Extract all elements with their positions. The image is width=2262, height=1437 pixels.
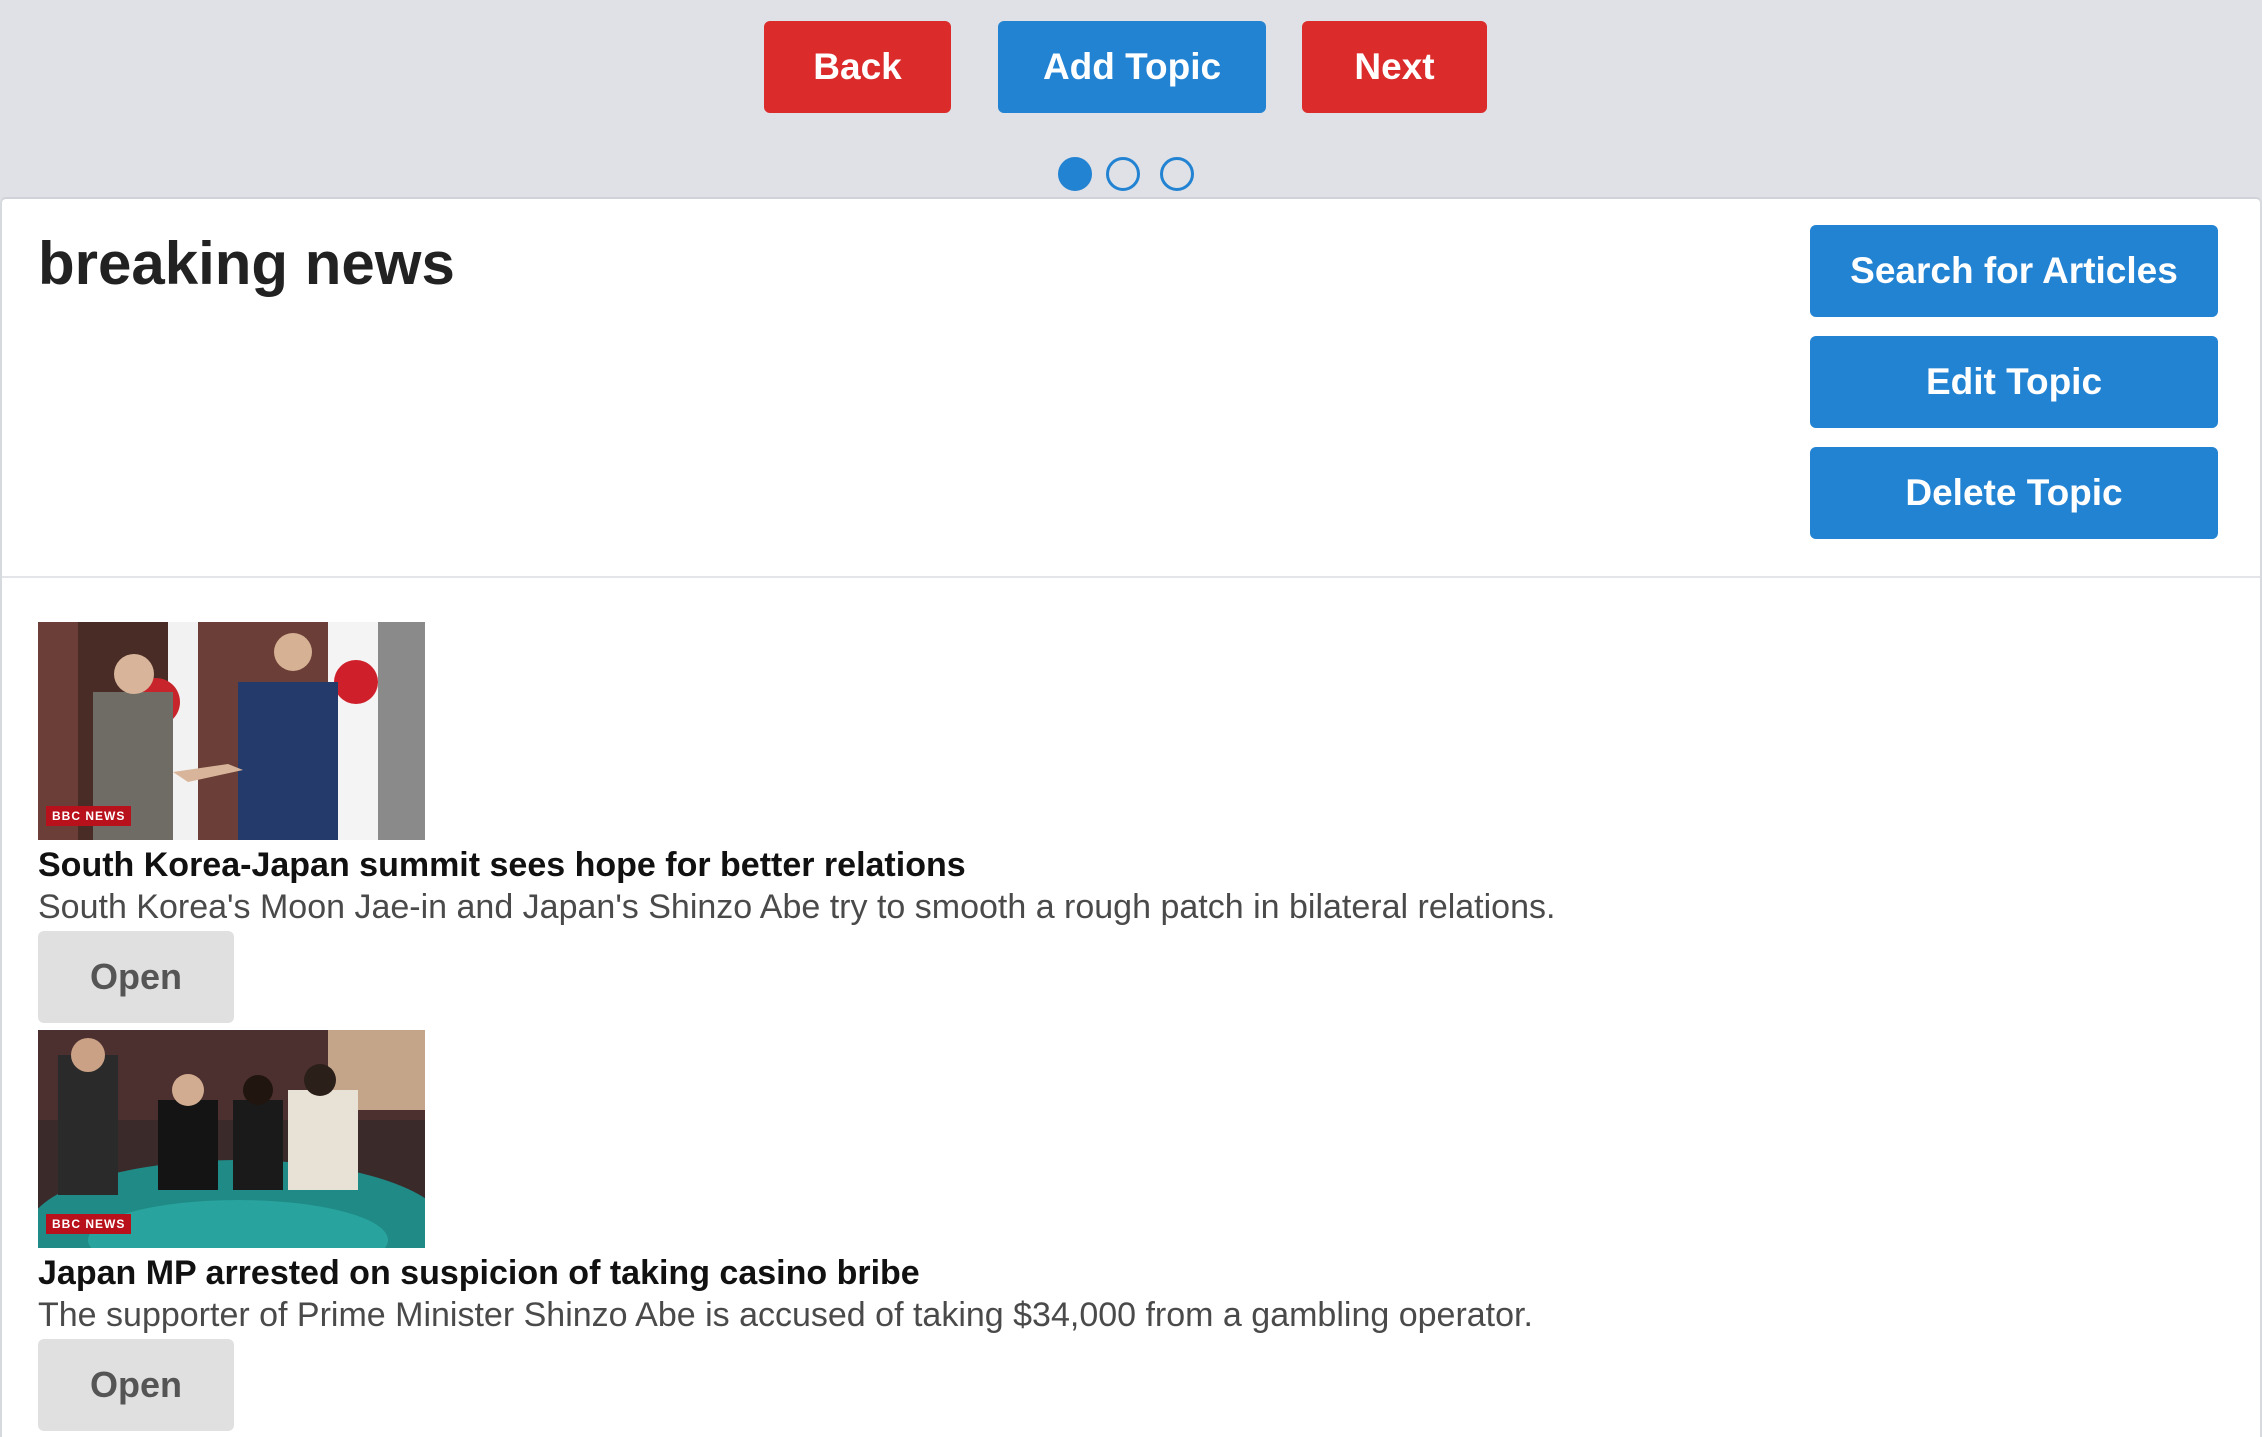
topic-header: breaking news Search for Articles Edit T…: [2, 199, 2260, 578]
article-item: BBC NEWS South Korea-Japan summit sees h…: [38, 622, 2218, 1023]
topic-title: breaking news: [38, 230, 455, 297]
article-title: Japan MP arrested on suspicion of taking…: [38, 1254, 920, 1292]
back-button[interactable]: Back: [764, 21, 951, 113]
article-description: South Korea's Moon Jae-in and Japan's Sh…: [38, 888, 1556, 926]
article-title: South Korea-Japan summit sees hope for b…: [38, 846, 966, 884]
page-indicator: [0, 157, 2262, 193]
open-article-button[interactable]: Open: [38, 931, 234, 1023]
article-thumbnail: BBC NEWS: [38, 1030, 425, 1248]
article-thumbnail: BBC NEWS: [38, 622, 425, 840]
page-dot-1[interactable]: [1058, 157, 1092, 191]
bbc-news-badge: BBC NEWS: [46, 806, 132, 826]
page-dot-3[interactable]: [1160, 157, 1194, 191]
bbc-news-badge: BBC NEWS: [46, 1214, 132, 1234]
open-article-button[interactable]: Open: [38, 1339, 234, 1431]
next-button[interactable]: Next: [1302, 21, 1487, 113]
add-topic-button[interactable]: Add Topic: [998, 21, 1266, 113]
nav-buttons: Back Add Topic Next: [0, 21, 2262, 113]
page-dot-2[interactable]: [1106, 157, 1140, 191]
delete-topic-button[interactable]: Delete Topic: [1810, 447, 2218, 539]
topic-card: breaking news Search for Articles Edit T…: [0, 197, 2262, 1437]
article-item: BBC NEWS Japan MP arrested on suspicion …: [38, 1030, 2218, 1431]
edit-topic-button[interactable]: Edit Topic: [1810, 336, 2218, 428]
search-articles-button[interactable]: Search for Articles: [1810, 225, 2218, 317]
top-navigation-bar: Back Add Topic Next: [0, 0, 2262, 198]
article-description: The supporter of Prime Minister Shinzo A…: [38, 1296, 1533, 1334]
